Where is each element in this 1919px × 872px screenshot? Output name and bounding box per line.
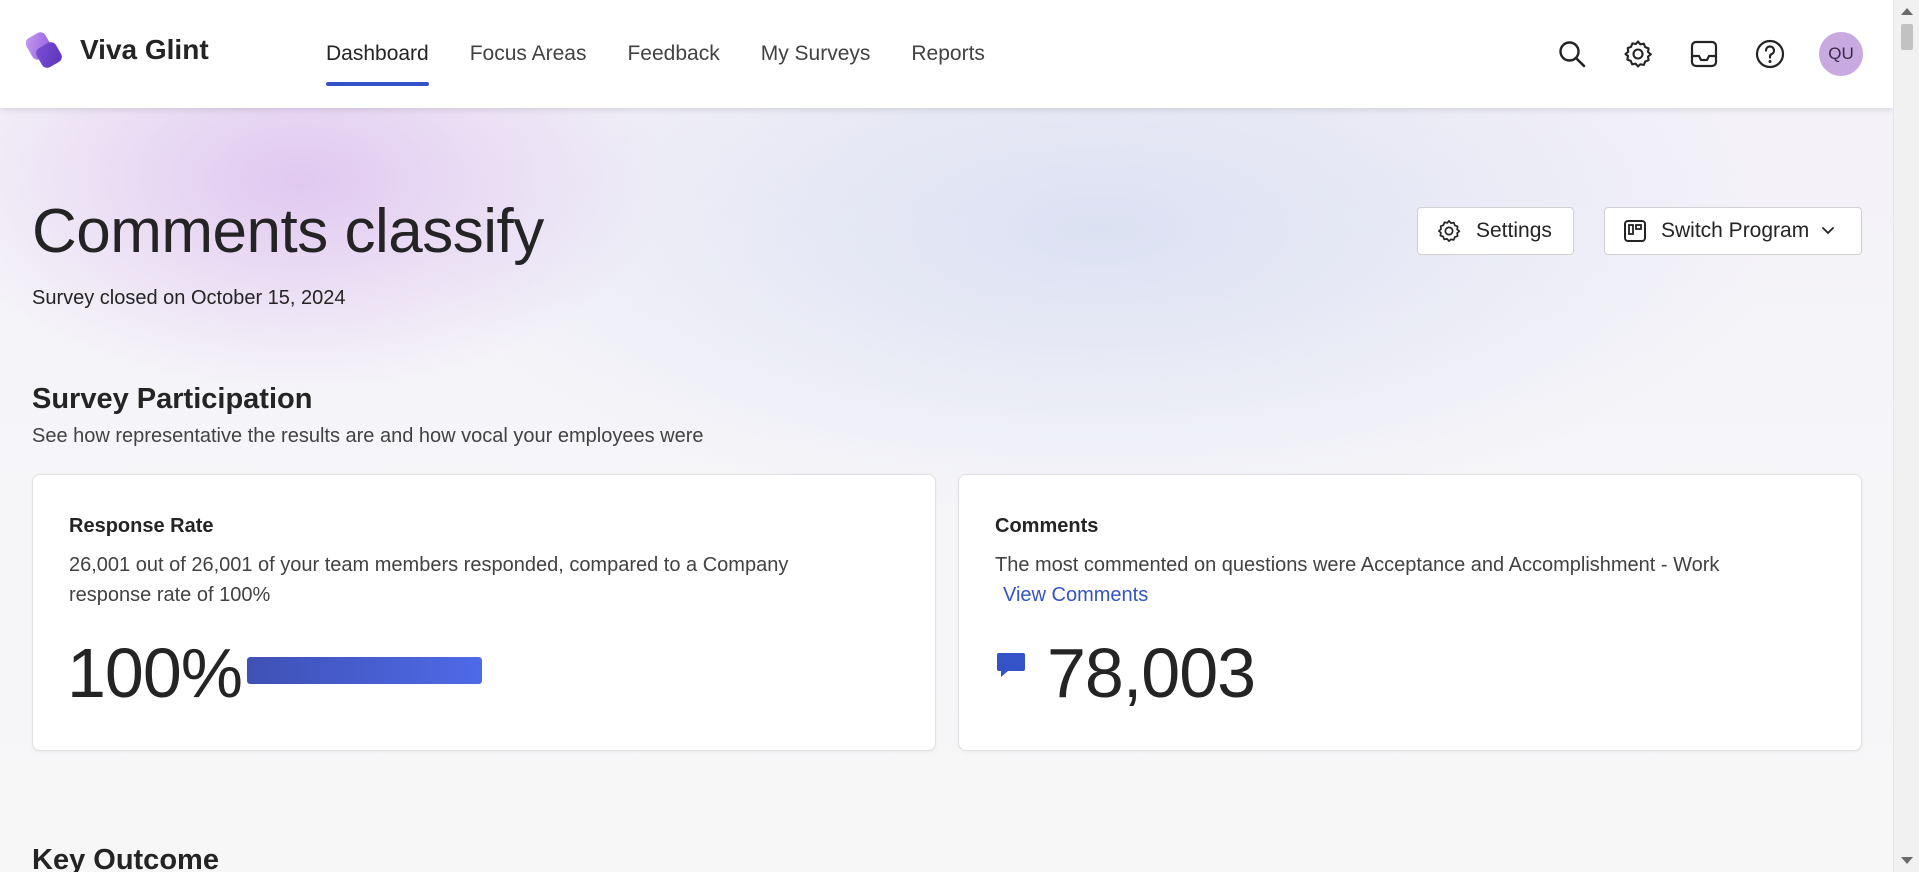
- brand[interactable]: Viva Glint: [26, 30, 209, 70]
- main-nav: Dashboard Focus Areas Feedback My Survey…: [326, 0, 1026, 108]
- scroll-thumb[interactable]: [1901, 24, 1913, 50]
- nav-item-feedback[interactable]: Feedback: [627, 0, 719, 108]
- nav-item-focus-areas[interactable]: Focus Areas: [470, 0, 587, 108]
- top-actions: QU: [1523, 32, 1863, 76]
- viva-glint-logo: [26, 32, 62, 68]
- program-board-icon: [1623, 219, 1647, 243]
- page-title: Comments classify: [32, 197, 544, 266]
- search-icon[interactable]: [1555, 37, 1589, 71]
- settings-button-label: Settings: [1476, 219, 1552, 242]
- section-title: Survey Participation: [32, 383, 313, 415]
- nav-item-my-surveys[interactable]: My Surveys: [761, 0, 871, 108]
- chevron-down-icon: [1821, 226, 1835, 236]
- top-navigation-bar: Viva Glint Dashboard Focus Areas Feedbac…: [0, 0, 1893, 108]
- comments-count: 78,003: [1047, 634, 1256, 712]
- nav-item-dashboard[interactable]: Dashboard: [326, 0, 429, 108]
- card-description: 26,001 out of 26,001 of your team member…: [69, 554, 789, 606]
- settings-button[interactable]: Settings: [1417, 207, 1574, 255]
- scroll-up-arrow-icon[interactable]: [1901, 8, 1913, 15]
- response-rate-card: Response Rate 26,001 out of 26,001 of yo…: [32, 474, 936, 751]
- card-title: Response Rate: [69, 515, 214, 537]
- key-outcome-title: Key Outcome: [32, 844, 219, 872]
- progress-fill: [247, 657, 482, 684]
- gear-icon: [1436, 218, 1462, 244]
- page-background: Viva Glint Dashboard Focus Areas Feedbac…: [0, 0, 1893, 872]
- gear-icon[interactable]: [1621, 37, 1655, 71]
- switch-program-label: Switch Program: [1661, 219, 1810, 242]
- card-description: The most commented on questions were Acc…: [995, 550, 1795, 610]
- switch-program-button[interactable]: Switch Program: [1604, 207, 1862, 255]
- response-rate-progress-bar: [247, 657, 482, 684]
- view-comments-link[interactable]: View Comments: [1003, 584, 1148, 606]
- help-icon[interactable]: [1753, 37, 1787, 71]
- survey-status: Survey closed on October 15, 2024: [32, 287, 346, 309]
- card-title: Comments: [995, 515, 1099, 537]
- comment-icon: [997, 653, 1025, 677]
- vertical-scrollbar[interactable]: [1893, 0, 1919, 872]
- comments-card: Comments The most commented on questions…: [958, 474, 1862, 751]
- brand-name: Viva Glint: [80, 34, 209, 65]
- nav-item-reports[interactable]: Reports: [911, 0, 985, 108]
- user-avatar[interactable]: QU: [1819, 32, 1863, 76]
- section-subtitle: See how representative the results are a…: [32, 425, 704, 447]
- comments-description-text: The most commented on questions were Acc…: [995, 554, 1720, 576]
- inbox-icon[interactable]: [1687, 37, 1721, 71]
- scroll-down-arrow-icon[interactable]: [1901, 857, 1913, 864]
- response-rate-value: 100%: [67, 634, 243, 712]
